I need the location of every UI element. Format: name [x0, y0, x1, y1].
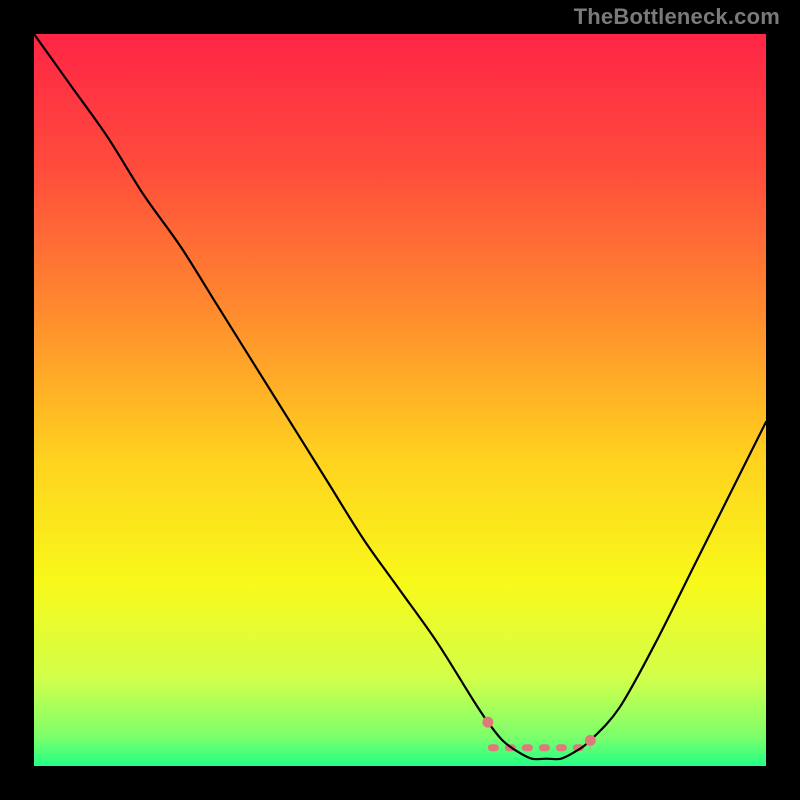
gradient-background	[34, 34, 766, 766]
watermark-label: TheBottleneck.com	[574, 4, 780, 30]
chart-frame: TheBottleneck.com	[0, 0, 800, 800]
plot-area	[34, 34, 766, 766]
bottleneck-chart	[34, 34, 766, 766]
